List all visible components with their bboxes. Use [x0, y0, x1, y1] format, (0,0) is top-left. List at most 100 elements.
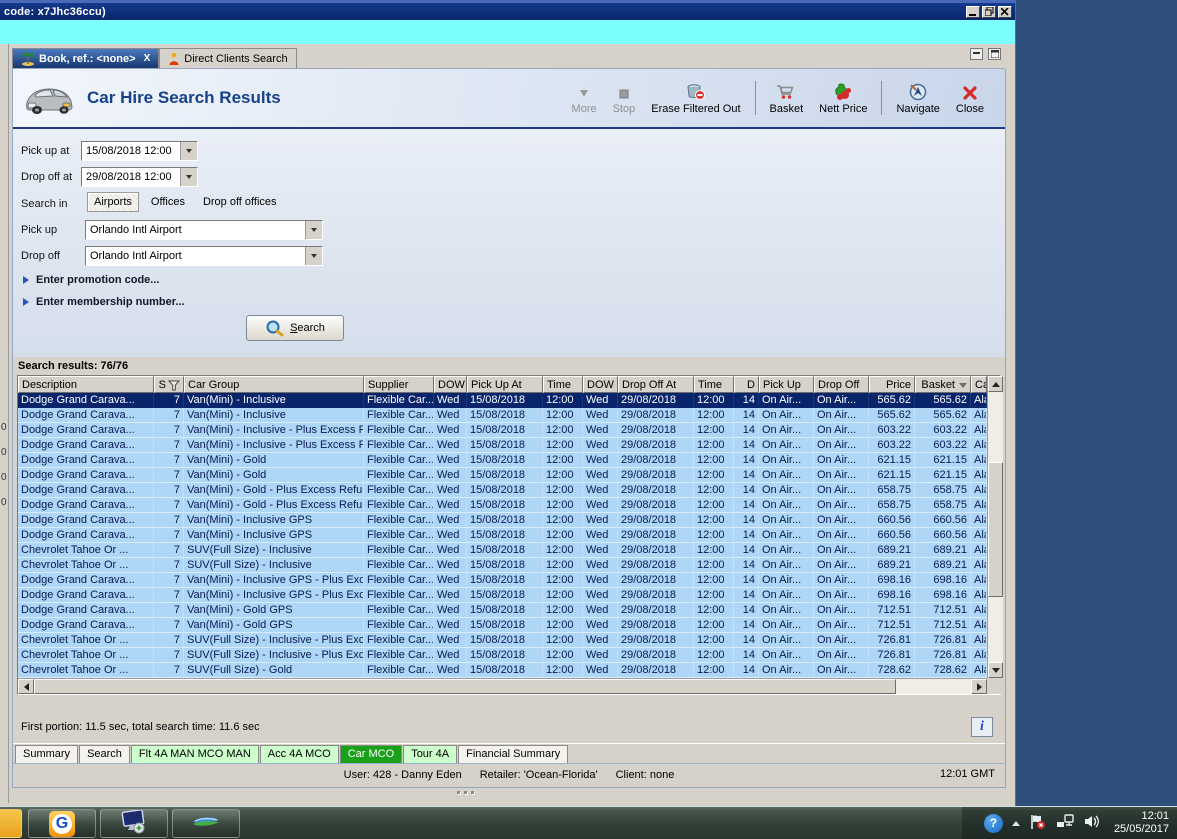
panel-minimize-icon[interactable]	[970, 48, 983, 60]
table-row[interactable]: Dodge Grand Carava... 7 Van(Mini) - Gold G…	[18, 618, 987, 633]
table-row[interactable]: Dodge Grand Carava... 7 Van(Mini) - Gold Fl…	[18, 453, 987, 468]
panel-restore-icon[interactable]	[988, 48, 1001, 60]
help-tray-icon[interactable]: ?	[983, 813, 1003, 833]
table-cell: 15/08/2018	[467, 603, 543, 618]
horizontal-scroll-thumb[interactable]	[34, 679, 897, 694]
network-tray-icon[interactable]	[1056, 814, 1074, 832]
restore-button[interactable]	[982, 5, 996, 18]
basket-button[interactable]: Basket	[763, 79, 811, 117]
action-center-flag-icon[interactable]	[1029, 814, 1047, 833]
close-window-button[interactable]	[998, 5, 1012, 18]
column-header-basket[interactable]: Basket	[915, 376, 971, 393]
page-tab-acc-4a-mco[interactable]: Acc 4A MCO	[259, 745, 339, 763]
table-row[interactable]: Dodge Grand Carava... 7 Van(Mini) - Inclus…	[18, 513, 987, 528]
search-in-option-airports[interactable]: Airports	[87, 192, 139, 212]
column-header-dow[interactable]: DOW	[434, 376, 467, 393]
table-row[interactable]: Dodge Grand Carava... 7 Van(Mini) - Gold G…	[18, 603, 987, 618]
scroll-left-icon[interactable]	[18, 679, 34, 694]
table-row[interactable]: Dodge Grand Carava... 7 Van(Mini) - Inclus…	[18, 528, 987, 543]
page-tab-flt-4a-man-mco-man[interactable]: Flt 4A MAN MCO MAN	[130, 745, 259, 763]
column-header-car-group[interactable]: Car Group	[184, 376, 364, 393]
volume-tray-icon[interactable]	[1083, 814, 1101, 832]
resize-grip-icon[interactable]	[457, 791, 474, 794]
column-header-drop-off-at[interactable]: Drop Off At	[618, 376, 694, 393]
page-tab-tour-4a[interactable]: Tour 4A	[403, 745, 458, 763]
page-tab-search[interactable]: Search	[79, 745, 130, 763]
column-header-s[interactable]: S	[154, 376, 184, 393]
pickup-at-datetime[interactable]: 15/08/2018 12:00	[81, 141, 198, 161]
table-row[interactable]: Chevrolet Tahoe Or ... 7 SUV(Full Size) - …	[18, 633, 987, 648]
pickup-at-dropdown-icon[interactable]	[180, 142, 197, 160]
table-row[interactable]: Dodge Grand Carava... 7 Van(Mini) - Gold -…	[18, 483, 987, 498]
dropoff-office-dropdown-icon[interactable]	[305, 247, 322, 265]
table-cell: Wed	[583, 393, 618, 408]
table-row[interactable]: Dodge Grand Carava... 7 Van(Mini) - Inclus…	[18, 438, 987, 453]
table-row[interactable]: Dodge Grand Carava... 7 Van(Mini) - Inclus…	[18, 588, 987, 603]
table-cell: 15/08/2018	[467, 513, 543, 528]
column-header-pick-up-at[interactable]: Pick Up At	[467, 376, 543, 393]
table-row[interactable]: Dodge Grand Carava... 7 Van(Mini) - Inclus…	[18, 393, 987, 408]
taskbar-clock[interactable]: 12:01 25/05/2017	[1110, 810, 1169, 836]
window-resize-strip[interactable]	[9, 788, 1015, 803]
table-row[interactable]: Dodge Grand Carava... 7 Van(Mini) - Gold -…	[18, 498, 987, 513]
column-header-drop-off[interactable]: Drop Off	[814, 376, 869, 393]
search-in-option-offices[interactable]: Offices	[145, 193, 191, 211]
scroll-down-icon[interactable]	[988, 662, 1003, 678]
column-header-time[interactable]: Time	[543, 376, 583, 393]
table-row[interactable]: Chevrolet Tahoe Or ... 7 SUV(Full Size) - …	[18, 648, 987, 663]
taskbar-app-remote-desktop[interactable]	[100, 809, 168, 838]
taskbar-button-fragment[interactable]	[0, 809, 22, 838]
erase-filtered-out-button[interactable]: Erase Filtered Out	[644, 79, 747, 117]
filter-funnel-icon[interactable]	[168, 380, 180, 391]
tab-close-icon[interactable]: X	[144, 53, 151, 64]
table-cell: Wed	[434, 663, 467, 678]
search-button[interactable]: Search	[246, 315, 344, 341]
table-row[interactable]: Dodge Grand Carava... 7 Van(Mini) - Inclus…	[18, 423, 987, 438]
close-button[interactable]: Close	[949, 79, 991, 117]
page-tab-car-mco[interactable]: Car MCO	[339, 745, 403, 763]
scroll-up-icon[interactable]	[988, 376, 1003, 392]
minimize-button[interactable]	[966, 5, 980, 18]
car-hire-panel: Car Hire Search Results More Stop Erase Fi…	[12, 69, 1006, 788]
table-cell: On Air...	[759, 528, 814, 543]
table-cell: 12:00	[694, 603, 734, 618]
dropoff-at-dropdown-icon[interactable]	[180, 168, 197, 186]
column-header-dow[interactable]: DOW	[583, 376, 618, 393]
table-row[interactable]: Dodge Grand Carava... 7 Van(Mini) - Gold Fl…	[18, 468, 987, 483]
table-row[interactable]: Chevrolet Tahoe Or ... 7 SUV(Full Size) - …	[18, 663, 987, 678]
column-header-time[interactable]: Time	[694, 376, 734, 393]
pickup-office-dropdown-icon[interactable]	[305, 221, 322, 239]
membership-number-expander[interactable]: Enter membership number...	[23, 296, 185, 308]
vertical-scroll-thumb[interactable]	[988, 462, 1003, 598]
horizontal-scrollbar[interactable]	[18, 678, 987, 694]
navigate-button[interactable]: Navigate	[889, 79, 946, 117]
taskbar-app-g[interactable]: G	[28, 809, 96, 838]
dropoff-office-select[interactable]: Orlando Intl Airport	[85, 246, 323, 266]
search-in-option-drop-off-offices[interactable]: Drop off offices	[197, 193, 283, 211]
document-tab[interactable]: Direct Clients Search	[159, 48, 297, 68]
dropoff-at-datetime[interactable]: 29/08/2018 12:00	[81, 167, 198, 187]
occluded-window-fragment: 0	[1, 497, 7, 508]
info-button[interactable]: i	[971, 717, 993, 737]
table-row[interactable]: Chevrolet Tahoe Or ... 7 SUV(Full Size) - …	[18, 558, 987, 573]
page-tab-financial-summary[interactable]: Financial Summary	[458, 745, 569, 763]
table-row[interactable]: Chevrolet Tahoe Or ... 7 SUV(Full Size) - …	[18, 543, 987, 558]
page-tab-summary[interactable]: Summary	[15, 745, 79, 763]
document-tab[interactable]: Book, ref.: <none> X	[12, 48, 160, 68]
column-header-description[interactable]: Description	[18, 376, 154, 393]
column-header-supplier[interactable]: Supplier	[364, 376, 434, 393]
table-row[interactable]: Dodge Grand Carava... 7 Van(Mini) - Inclus…	[18, 573, 987, 588]
column-header-pick-up[interactable]: Pick Up	[759, 376, 814, 393]
show-hidden-icons[interactable]	[1011, 820, 1020, 826]
vertical-scrollbar[interactable]	[987, 376, 1003, 678]
pickup-office-select[interactable]: Orlando Intl Airport	[85, 220, 323, 240]
column-header-price[interactable]: Price	[869, 376, 915, 393]
taskbar-app-swoosh[interactable]	[172, 809, 240, 838]
scroll-right-icon[interactable]	[971, 679, 987, 694]
column-header-d[interactable]: D	[734, 376, 759, 393]
nett-price-button[interactable]: Nett Price	[812, 79, 874, 117]
column-header-ca[interactable]: Ca	[971, 376, 987, 393]
promotion-code-expander[interactable]: Enter promotion code...	[23, 274, 159, 286]
window-titlebar[interactable]: code: x7Jhc36ccu)	[0, 0, 1015, 20]
table-row[interactable]: Dodge Grand Carava... 7 Van(Mini) - Inclus…	[18, 408, 987, 423]
